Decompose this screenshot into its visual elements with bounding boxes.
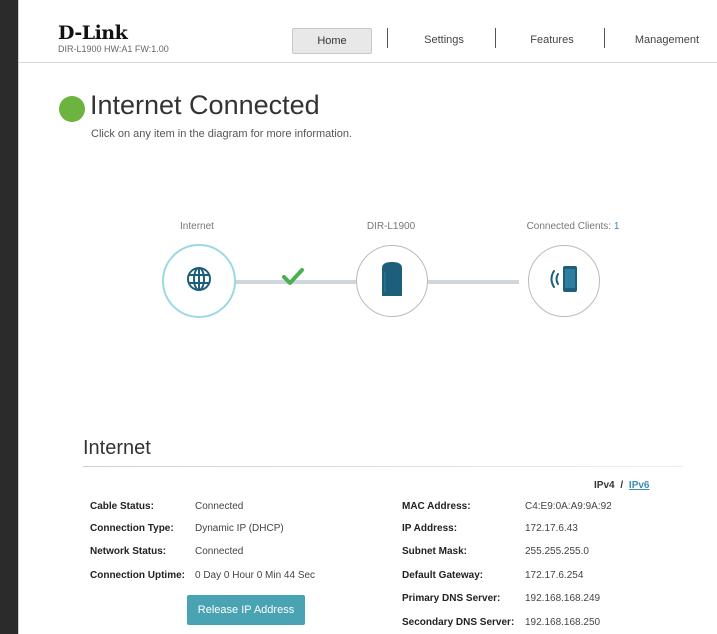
page-subtitle: Click on any item in the diagram for mor… [91, 128, 353, 140]
ip-address-value: 172.17.6.43 [525, 523, 578, 534]
cable-status-label: Cable Status: [90, 501, 154, 512]
network-status-label: Network Status: [90, 546, 167, 557]
section-divider [83, 466, 683, 467]
network-status-value: Connected [195, 546, 244, 557]
router-node[interactable] [356, 245, 428, 317]
ip-version-switch: IPv4 / IPv6 [594, 480, 650, 491]
router-node-label: DIR-L1900 [366, 221, 416, 232]
primary-dns-label: Primary DNS Server: [402, 593, 501, 604]
cable-status-value: Connected [195, 501, 244, 512]
mac-address-label: MAC Address: [402, 501, 471, 512]
globe-icon [185, 265, 213, 298]
connection-type-value: Dynamic IP (DHCP) [195, 523, 284, 534]
clients-label-text: Connected Clients: [526, 221, 614, 232]
primary-dns-value: 192.168.168.249 [525, 593, 601, 604]
subnet-mask-label: Subnet Mask: [402, 546, 468, 557]
secondary-dns-label: Secondary DNS Server: [402, 617, 515, 628]
ipv4-label: IPv4 [594, 480, 615, 491]
release-ip-button[interactable]: Release IP Address [187, 595, 305, 625]
internet-node[interactable] [162, 244, 236, 318]
wireless-client-icon [546, 264, 582, 299]
clients-count: 1 [613, 221, 620, 232]
ipv6-link[interactable]: IPv6 [629, 480, 650, 491]
connection-uptime-value: 0 Day 0 Hour 0 Min 44 Sec [195, 570, 316, 581]
mac-address-value: C4:E9:0A:A9:9A:92 [525, 501, 612, 512]
page-content: Internet Connected Click on any item in … [18, 0, 717, 634]
default-gateway-label: Default Gateway: [402, 570, 484, 581]
default-gateway-value: 172.17.6.254 [525, 570, 584, 581]
connection-status-dot [59, 96, 85, 122]
ip-version-separator: / [620, 480, 624, 491]
clients-node-label: Connected Clients: 1 [503, 221, 643, 232]
connection-type-label: Connection Type: [90, 523, 174, 534]
internet-section-title: Internet [83, 437, 151, 459]
connected-check-icon [282, 268, 304, 291]
page-title: Internet Connected [90, 90, 320, 120]
secondary-dns-value: 192.168.168.250 [525, 617, 601, 628]
connected-clients-node[interactable] [528, 245, 600, 317]
router-device-icon [379, 260, 405, 303]
connection-uptime-label: Connection Uptime: [90, 570, 185, 581]
ip-address-label: IP Address: [402, 523, 458, 534]
router-clients-link [425, 280, 519, 284]
subnet-mask-value: 255.255.255.0 [525, 546, 589, 557]
internet-node-label: Internet [180, 221, 214, 232]
